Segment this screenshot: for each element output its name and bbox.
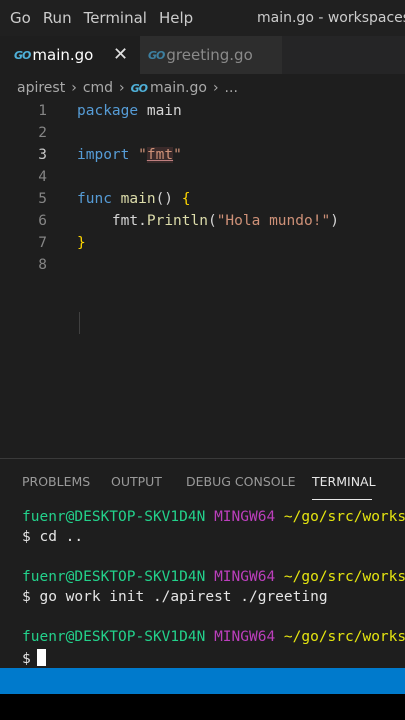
breadcrumb-item-apirest[interactable]: apirest xyxy=(17,80,65,96)
tab-terminal[interactable]: TERMINAL xyxy=(312,474,376,489)
code-line[interactable]: 8 xyxy=(0,256,405,278)
tab-greeting-go[interactable]: GO greeting.go xyxy=(140,36,282,74)
menu-run[interactable]: Run xyxy=(43,9,72,27)
go-file-icon: GO xyxy=(14,48,31,62)
keyword-token: import xyxy=(77,147,130,163)
code-line[interactable]: 2 xyxy=(0,124,405,146)
line-number: 4 xyxy=(38,169,47,185)
go-file-icon: GO xyxy=(148,48,165,62)
string-token: "Hola mundo!" xyxy=(216,213,331,229)
code-line[interactable]: 6 fmt.Println("Hola mundo!") xyxy=(0,212,405,234)
terminal-prompt-line: fuenr@DESKTOP-SKV1D4N MINGW64 ~/go/src/w… xyxy=(22,569,405,585)
terminal-user: fuenr@DESKTOP-SKV1D4N xyxy=(22,629,206,645)
line-number: 2 xyxy=(38,125,47,141)
terminal-env: MINGW64 xyxy=(214,569,276,585)
menu-go[interactable]: Go xyxy=(10,9,31,27)
breadcrumb-item-cmd[interactable]: cmd xyxy=(83,80,113,96)
terminal-prompt-symbol: $ xyxy=(22,529,31,545)
brace-token: } xyxy=(77,235,86,251)
terminal-prompt-line: fuenr@DESKTOP-SKV1D4N MINGW64 ~/go/src/w… xyxy=(22,509,405,525)
menu-bar: Go Run Terminal Help main.go - workspace… xyxy=(0,0,405,36)
breadcrumb: apirest › cmd › GO main.go › ... xyxy=(0,74,405,102)
line-number: 1 xyxy=(38,103,47,119)
terminal-user: fuenr@DESKTOP-SKV1D4N xyxy=(22,509,206,525)
string-token: " xyxy=(173,147,182,163)
tab-output[interactable]: OUTPUT xyxy=(111,474,162,489)
indent-guide xyxy=(79,312,80,334)
bottom-edge xyxy=(0,694,405,720)
menu-help[interactable]: Help xyxy=(159,9,193,27)
code-line[interactable]: 1 package main xyxy=(0,102,405,124)
import-path-token[interactable]: fmt xyxy=(146,147,174,163)
terminal-cursor xyxy=(36,649,46,666)
line-number: 8 xyxy=(38,257,47,273)
tab-label: greeting.go xyxy=(166,46,253,64)
editor-tab-bar: GO main.go ✕ GO greeting.go xyxy=(0,36,405,74)
punctuation-token: . xyxy=(138,213,147,229)
terminal-input-line[interactable]: $ xyxy=(22,649,46,667)
menu-terminal[interactable]: Terminal xyxy=(84,9,147,27)
punctuation-token: ( xyxy=(207,213,217,229)
terminal-command: go work init ./apirest ./greeting xyxy=(39,589,328,605)
close-icon[interactable]: ✕ xyxy=(113,44,128,65)
code-line[interactable]: 5 func main() { xyxy=(0,190,405,212)
terminal-prompt-symbol: $ xyxy=(22,651,31,667)
brace-token: { xyxy=(181,191,191,207)
panel-tab-bar: PROBLEMS OUTPUT DEBUG CONSOLE TERMINAL xyxy=(0,458,405,506)
code-line[interactable]: 7 } xyxy=(0,234,405,256)
terminal-path: ~/go/src/worksp xyxy=(283,509,405,525)
terminal-command: cd .. xyxy=(39,529,84,545)
tab-problems[interactable]: PROBLEMS xyxy=(22,474,90,489)
terminal-panel[interactable]: fuenr@DESKTOP-SKV1D4N MINGW64 ~/go/src/w… xyxy=(0,506,405,668)
code-editor[interactable]: 1 package main 2 3 import "fmt" 4 5 func… xyxy=(0,102,405,458)
punctuation-token: ) xyxy=(330,213,339,229)
terminal-prompt-line: fuenr@DESKTOP-SKV1D4N MINGW64 ~/go/src/w… xyxy=(22,629,405,645)
identifier-token: fmt xyxy=(111,213,139,229)
breadcrumb-item-main-go[interactable]: main.go xyxy=(150,80,207,96)
terminal-env: MINGW64 xyxy=(214,629,276,645)
terminal-path: ~/go/src/worksp xyxy=(283,629,405,645)
code-line-current[interactable]: 3 import "fmt" xyxy=(0,146,405,168)
breadcrumb-item-symbols[interactable]: ... xyxy=(225,80,238,96)
code-line[interactable]: 4 xyxy=(0,168,405,190)
function-name-token: main xyxy=(111,191,156,207)
string-token: " xyxy=(129,147,147,163)
chevron-right-icon: › xyxy=(119,80,125,96)
identifier-token: main xyxy=(138,103,182,119)
terminal-path: ~/go/src/worksp xyxy=(283,569,405,585)
line-number: 5 xyxy=(38,191,47,207)
tab-debug-console[interactable]: DEBUG CONSOLE xyxy=(186,474,295,489)
status-bar xyxy=(0,668,405,694)
tab-label: main.go xyxy=(32,46,94,64)
chevron-right-icon: › xyxy=(212,80,219,96)
active-tab-indicator xyxy=(312,499,372,500)
tab-main-go[interactable]: GO main.go ✕ xyxy=(0,36,140,74)
chevron-right-icon: › xyxy=(71,80,77,96)
terminal-user: fuenr@DESKTOP-SKV1D4N xyxy=(22,569,206,585)
line-number: 3 xyxy=(38,147,47,163)
terminal-env: MINGW64 xyxy=(214,509,276,525)
line-number: 6 xyxy=(38,213,47,229)
function-name-token: Println xyxy=(146,213,208,229)
go-file-icon: GO xyxy=(130,81,148,95)
terminal-command-line: $ cd .. xyxy=(22,529,83,545)
keyword-token: package xyxy=(77,103,139,119)
terminal-prompt-symbol: $ xyxy=(22,589,31,605)
terminal-command-line: $ go work init ./apirest ./greeting xyxy=(22,589,328,605)
window-title: main.go - workspaces - \ xyxy=(257,10,405,26)
punctuation-token: () xyxy=(155,191,182,207)
keyword-token: func xyxy=(77,191,112,207)
line-number: 7 xyxy=(38,235,47,251)
